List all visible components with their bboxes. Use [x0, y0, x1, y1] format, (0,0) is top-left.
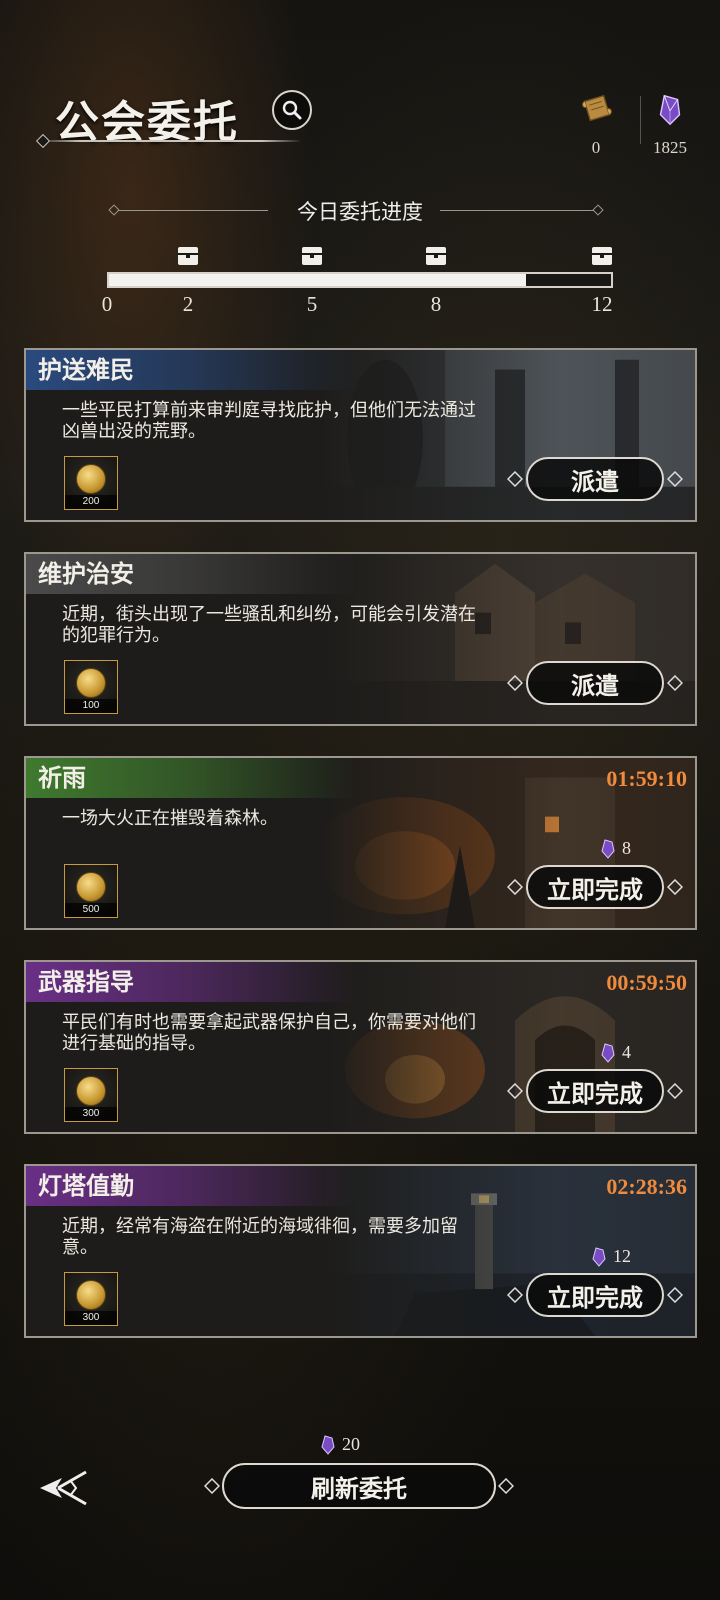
quest-name: 武器指导	[26, 962, 356, 1002]
crystal-count: 1825	[653, 138, 687, 157]
refresh-cost-amount: 20	[342, 1434, 360, 1454]
quest-card[interactable]: 维护治安 近期，街头出现了一些骚乱和纠纷，可能会引发潜在的犯罪行为。 100 派…	[24, 552, 697, 726]
chest-icon[interactable]	[176, 245, 200, 267]
chest-icon[interactable]	[424, 245, 448, 267]
reward-quantity: 500	[65, 903, 117, 917]
quest-timer: 01:59:10	[606, 766, 687, 791]
dispatch-button[interactable]: 派遣	[507, 456, 683, 502]
quest-card[interactable]: 灯塔值勤 02:28:36 近期，经常有海盗在附近的海域徘徊，需要多加留意。 1…	[24, 1164, 697, 1338]
progress-tick: 5	[306, 292, 318, 316]
diamond-ornament-icon	[507, 471, 523, 487]
progress-tick: 2	[182, 292, 194, 316]
cost-amount: 12	[613, 1246, 631, 1266]
diamond-ornament-icon	[507, 675, 523, 691]
daily-progress-bar	[107, 272, 613, 288]
reward-slot[interactable]: 300	[64, 1068, 118, 1122]
reward-slot[interactable]: 500	[64, 864, 118, 918]
diamond-ornament-icon	[667, 471, 683, 487]
progress-title: 今日委托进度	[297, 200, 423, 224]
quest-timer: 00:59:50	[606, 970, 687, 995]
reward-quantity: 200	[65, 495, 117, 509]
cost-amount: 4	[622, 1042, 631, 1062]
instant-complete-button[interactable]: 立即完成	[507, 1068, 683, 1114]
currency-crystal[interactable]: 1825	[640, 90, 700, 158]
dispatch-button-label: 派遣	[526, 457, 664, 501]
diamond-ornament-icon	[667, 1287, 683, 1303]
title-underline	[42, 140, 300, 142]
quest-description: 一些平民打算前来审判庭寻找庇护，但他们无法通过凶兽出没的荒野。	[62, 400, 476, 442]
gold-coin-icon	[76, 1076, 106, 1106]
refresh-quests-label: 刷新委托	[222, 1463, 496, 1509]
progress-tick: 0	[101, 292, 113, 316]
refresh-quests-button[interactable]: 刷新委托	[204, 1462, 514, 1510]
diamond-ornament-icon	[667, 879, 683, 895]
quest-name: 维护治安	[26, 554, 356, 594]
instant-complete-cost: 8	[600, 838, 631, 859]
instant-complete-label: 立即完成	[526, 865, 664, 909]
reward-quantity: 100	[65, 699, 117, 713]
instant-complete-button[interactable]: 立即完成	[507, 864, 683, 910]
diamond-ornament-icon	[507, 879, 523, 895]
reward-slot[interactable]: 200	[64, 456, 118, 510]
scroll-count: 0	[591, 138, 601, 157]
gold-coin-icon	[76, 464, 106, 494]
progress-tick: 12	[591, 292, 613, 316]
diamond-ornament-icon	[507, 1083, 523, 1099]
diamond-ornament-icon	[507, 1287, 523, 1303]
purple-crystal-icon	[601, 838, 615, 859]
instant-complete-label: 立即完成	[526, 1069, 664, 1113]
chest-icon[interactable]	[590, 245, 614, 267]
quest-card[interactable]: 祈雨 01:59:10 一场大火正在摧毁着森林。 8 500 立即完成	[24, 756, 697, 930]
dispatch-button-label: 派遣	[526, 661, 664, 705]
purple-crystal-icon	[659, 94, 681, 126]
instant-complete-cost: 4	[600, 1042, 631, 1063]
quest-name: 护送难民	[26, 350, 356, 390]
search-button[interactable]	[272, 90, 312, 130]
quest-card[interactable]: 武器指导 00:59:50 平民们有时也需要拿起武器保护自己，你需要对他们进行基…	[24, 960, 697, 1134]
quest-description: 近期，经常有海盗在附近的海域徘徊，需要多加留意。	[62, 1216, 458, 1258]
refresh-cost: 20	[320, 1434, 360, 1455]
currency-scroll[interactable]: 0	[566, 90, 626, 158]
purple-crystal-icon	[592, 1246, 606, 1267]
progress-title-line-right	[440, 210, 594, 211]
magnifier-icon	[282, 100, 302, 120]
quest-description: 一场大火正在摧毁着森林。	[62, 808, 278, 829]
back-arrow-icon[interactable]	[36, 1466, 92, 1510]
diamond-ornament-icon	[667, 675, 683, 691]
gold-coin-icon	[76, 872, 106, 902]
purple-crystal-icon	[601, 1042, 615, 1063]
quest-description: 近期，街头出现了一些骚乱和纠纷，可能会引发潜在的犯罪行为。	[62, 604, 476, 646]
reward-slot[interactable]: 300	[64, 1272, 118, 1326]
quest-description: 平民们有时也需要拿起武器保护自己，你需要对他们进行基础的指导。	[62, 1012, 476, 1054]
chest-icon[interactable]	[300, 245, 324, 267]
progress-tick: 8	[430, 292, 442, 316]
quest-timer: 02:28:36	[606, 1174, 687, 1199]
reward-quantity: 300	[65, 1107, 117, 1121]
reward-quantity: 300	[65, 1311, 117, 1325]
instant-complete-cost: 12	[591, 1246, 631, 1267]
dispatch-button[interactable]: 派遣	[507, 660, 683, 706]
gold-coin-icon	[76, 1280, 106, 1310]
diamond-ornament-icon	[204, 1478, 220, 1494]
diamond-ornament-icon	[667, 1083, 683, 1099]
purple-crystal-icon	[321, 1434, 335, 1455]
reward-slot[interactable]: 100	[64, 660, 118, 714]
scroll-icon	[581, 94, 612, 122]
cost-amount: 8	[622, 838, 631, 858]
daily-progress-fill	[109, 274, 526, 286]
quest-name: 灯塔值勤	[26, 1166, 356, 1206]
gold-coin-icon	[76, 668, 106, 698]
diamond-ornament-icon	[498, 1478, 514, 1494]
quest-name: 祈雨	[26, 758, 356, 798]
instant-complete-button[interactable]: 立即完成	[507, 1272, 683, 1318]
instant-complete-label: 立即完成	[526, 1273, 664, 1317]
quest-card[interactable]: 护送难民 一些平民打算前来审判庭寻找庇护，但他们无法通过凶兽出没的荒野。 200…	[24, 348, 697, 522]
